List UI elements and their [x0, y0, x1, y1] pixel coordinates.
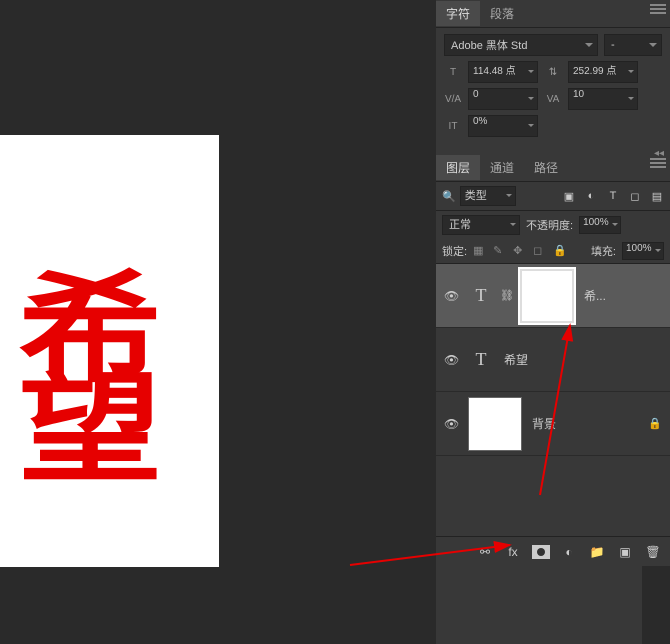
font-family-dropdown[interactable]: Adobe 黑体 Std: [444, 34, 598, 56]
vertical-scale-input[interactable]: 0%: [468, 115, 538, 137]
panel-menu-icon[interactable]: [650, 162, 666, 164]
filter-pixel-icon[interactable]: ▣: [562, 189, 576, 203]
lock-indicator-icon: 🔒: [648, 417, 662, 430]
font-size-input[interactable]: 114.48 点: [468, 61, 538, 83]
new-layer-icon[interactable]: ▣: [616, 543, 634, 561]
search-icon: 🔍: [442, 190, 456, 203]
font-style-dropdown[interactable]: -: [604, 34, 662, 56]
tab-character[interactable]: 字符: [436, 1, 480, 26]
fill-input[interactable]: 100%: [622, 242, 664, 260]
opacity-input[interactable]: 100%: [579, 216, 621, 234]
text-layer-icon: T: [468, 347, 494, 373]
lock-all-icon[interactable]: 🔒: [553, 244, 567, 258]
delete-icon[interactable]: 🗑: [644, 543, 662, 561]
char-tabs: 字符 段落: [436, 0, 670, 28]
filter-adjustment-icon[interactable]: ◐: [584, 189, 598, 203]
tracking-input[interactable]: 10: [568, 88, 638, 110]
leading-input[interactable]: 252.99 点: [568, 61, 638, 83]
layer-name[interactable]: 希望: [504, 351, 528, 368]
lock-label: 锁定:: [442, 243, 467, 259]
layers-panel: ◂◂ 图层 通道 路径 🔍 类型 ▣ ◐ T ◻ ▤ 正常 不透明度: 100%…: [436, 154, 670, 567]
tab-channels[interactable]: 通道: [480, 155, 524, 180]
side-strip: [642, 566, 670, 644]
layers-bottom-bar: ⚯ fx ◐ 📁 ▣ 🗑: [436, 536, 670, 567]
link-layers-icon[interactable]: ⚯: [476, 543, 494, 561]
kerning-input[interactable]: 0: [468, 88, 538, 110]
visibility-icon[interactable]: 👁: [444, 353, 458, 367]
tracking-icon: VA: [544, 94, 562, 105]
layer-name[interactable]: 背景: [532, 415, 556, 432]
layer-name[interactable]: 希...: [584, 287, 606, 304]
layer-list: 👁 T ⛓ 希... 👁 T 希望 👁 背景: [436, 264, 670, 456]
character-panel: 字符 段落 Adobe 黑体 Std - T 114.48 点 ⇅ 252.99…: [436, 0, 670, 148]
tab-paragraph[interactable]: 段落: [480, 1, 524, 26]
filter-type-dropdown[interactable]: 类型: [460, 186, 516, 206]
group-icon[interactable]: 📁: [588, 543, 606, 561]
scale-icon: IT: [444, 121, 462, 132]
visibility-icon[interactable]: 👁: [444, 289, 458, 303]
filter-shape-icon[interactable]: ◻: [628, 189, 642, 203]
link-icon: ⛓: [500, 289, 514, 302]
blend-mode-dropdown[interactable]: 正常: [442, 215, 520, 235]
layer-row[interactable]: 👁 T 希望: [436, 328, 670, 392]
filter-smart-icon[interactable]: ▤: [650, 189, 664, 203]
lock-artboard-icon[interactable]: ◻: [533, 244, 547, 258]
layer-empty-area[interactable]: [436, 456, 670, 536]
filter-type-icon[interactable]: T: [606, 189, 620, 203]
layer-row[interactable]: 👁 背景 🔒: [436, 392, 670, 456]
font-size-icon: T: [444, 67, 462, 78]
lock-transparency-icon[interactable]: ▦: [473, 244, 487, 258]
canvas[interactable]: 希望: [0, 135, 219, 567]
layer-row[interactable]: 👁 T ⛓ 希...: [436, 264, 670, 328]
tab-paths[interactable]: 路径: [524, 155, 568, 180]
lock-position-icon[interactable]: ✥: [513, 244, 527, 258]
add-mask-button[interactable]: [532, 545, 550, 559]
kerning-icon: V/A: [444, 94, 462, 105]
adjustment-layer-icon[interactable]: ◐: [560, 543, 578, 561]
mask-thumbnail[interactable]: [520, 269, 574, 323]
fill-label: 填充:: [591, 243, 616, 259]
panel-menu-icon[interactable]: [650, 8, 666, 10]
tab-layers[interactable]: 图层: [436, 155, 480, 180]
lock-pixels-icon[interactable]: ✎: [493, 244, 507, 258]
opacity-label: 不透明度:: [526, 217, 573, 233]
layer-thumbnail[interactable]: [468, 397, 522, 451]
visibility-icon[interactable]: 👁: [444, 417, 458, 431]
layer-style-icon[interactable]: fx: [504, 543, 522, 561]
filter-row: 🔍 类型 ▣ ◐ T ◻ ▤: [436, 182, 670, 211]
text-layer-icon: T: [468, 283, 494, 309]
canvas-text: 希望: [0, 265, 181, 465]
leading-icon: ⇅: [544, 67, 562, 78]
